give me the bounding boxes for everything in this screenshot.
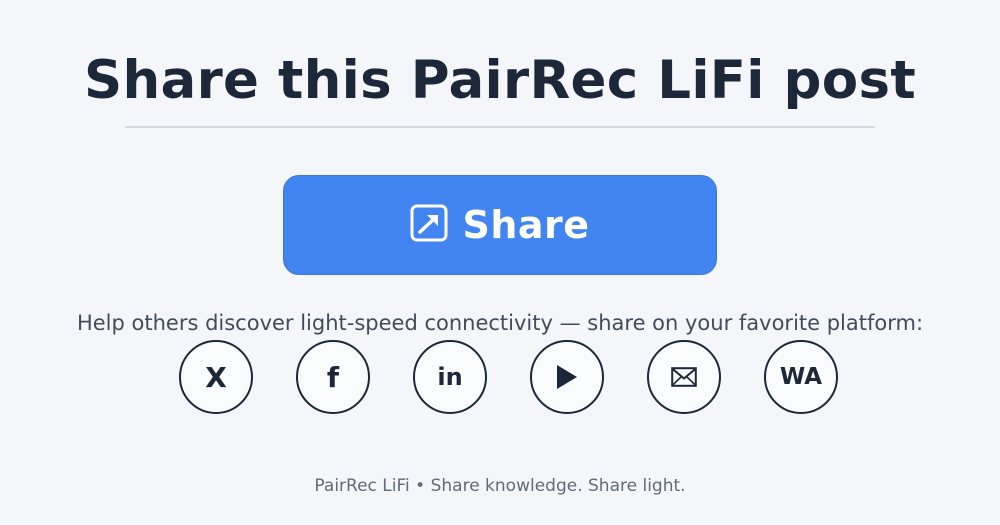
footer-tagline: PairRec LiFi • Share knowledge. Share li…	[314, 476, 686, 496]
share-arrow-icon	[410, 204, 448, 242]
whatsapp-icon: WA	[779, 364, 823, 390]
share-youtube-button[interactable]	[530, 340, 604, 414]
share-button[interactable]: Share	[283, 175, 717, 275]
linkedin-icon: in	[437, 363, 463, 391]
share-whatsapp-button[interactable]: WA	[764, 340, 838, 414]
share-email-button[interactable]	[647, 340, 721, 414]
share-linkedin-button[interactable]: in	[413, 340, 487, 414]
share-button-label: Share	[462, 203, 590, 247]
facebook-icon: f	[326, 360, 340, 394]
help-text: Help others discover light-speed connect…	[76, 311, 924, 335]
page-title: Share this PairRec LiFi post	[84, 50, 916, 111]
title-divider	[125, 126, 875, 128]
share-facebook-button[interactable]: f	[296, 340, 370, 414]
x-icon: X	[205, 360, 227, 394]
play-icon	[557, 365, 577, 389]
envelope-icon	[671, 367, 697, 387]
share-x-button[interactable]: X	[179, 340, 253, 414]
social-share-row: X f in WA	[179, 340, 839, 414]
